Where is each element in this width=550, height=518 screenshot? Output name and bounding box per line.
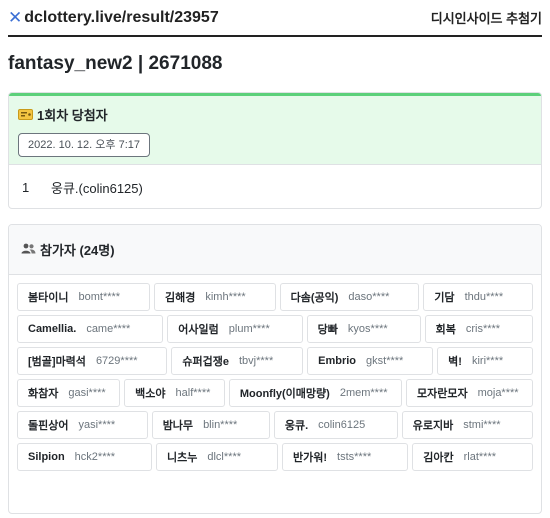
participant-chip: 유로지바 stmi**** <box>401 411 534 439</box>
participant-id: 6729**** <box>95 355 138 367</box>
people-icon <box>21 242 36 257</box>
site-url: dclottery.live/result/23957 <box>24 8 219 26</box>
nav-link-lottery[interactable]: 디시인사이드 추첨기 <box>431 8 542 27</box>
participant-id: stmi**** <box>463 419 501 431</box>
participant-chip: Silpion hck2**** <box>17 443 152 471</box>
participant-chip: 봄타이니 bomt**** <box>17 283 150 311</box>
participant-chip: [범골]마력석 6729**** <box>17 347 168 375</box>
participant-id: came**** <box>86 323 131 335</box>
participant-id: thdu**** <box>464 291 504 303</box>
participant-chip: 백소야 half**** <box>124 379 225 407</box>
participant-chip: 밤나무 blin**** <box>151 411 270 439</box>
participants-title: 참가자 (24명) <box>40 243 115 258</box>
winner-row: 1 웅큐.(colin6125) <box>9 165 541 208</box>
participant-nickname: 밤나무 <box>162 420 194 432</box>
participant-nickname: 모자란모자 <box>416 388 468 400</box>
winner-name: 웅큐.(colin6125) <box>51 180 143 196</box>
participant-id: half**** <box>175 387 211 399</box>
logo-icon: ✕ <box>8 7 23 28</box>
participant-chip: 웅큐. colin6125 <box>273 411 398 439</box>
participant-id: 2mem**** <box>339 387 388 399</box>
participant-chip: Embrio gkst**** <box>307 347 434 375</box>
participant-id: plum**** <box>228 323 270 335</box>
participant-nickname: 슈퍼겁쟁e <box>182 356 229 368</box>
participant-id: rlat**** <box>463 451 497 463</box>
ticket-icon <box>18 108 33 120</box>
winners-card: 1회차 당첨자 2022. 10. 12. 오후 7:17 1 웅큐.(colin… <box>8 92 542 209</box>
participant-id: hck2**** <box>74 451 116 463</box>
top-bar: ✕ dclottery.live/result/23957 디시인사이드 추첨기 <box>8 0 542 37</box>
participant-chip: 기담 thdu**** <box>423 283 534 311</box>
participant-nickname: 김아칸 <box>423 452 454 464</box>
participant-nickname: Embrio <box>318 355 357 367</box>
participant-nickname: 봄타이니 <box>28 292 69 304</box>
participant-nickname: 니츠누 <box>167 452 198 464</box>
participant-chip: 화참자 gasi**** <box>17 379 121 407</box>
participant-nickname: 반가워! <box>292 452 328 464</box>
participants-card: 참가자 (24명) 봄타이니 bomt**** 김해경 kimh**** 다솜(공익) d… <box>8 224 542 514</box>
site-link[interactable]: ✕ dclottery.live/result/23957 <box>8 8 219 28</box>
participant-chip: 반가워! tsts**** <box>281 443 409 471</box>
participant-chip: 다솜(공익) daso**** <box>279 283 420 311</box>
participant-id: tbvj**** <box>239 355 274 367</box>
winner-rank: 1 <box>22 179 30 195</box>
participant-nickname: 백소야 <box>135 388 166 400</box>
participant-chip: 돌핀상어 yasi**** <box>17 411 148 439</box>
participant-id: kyos**** <box>347 323 388 335</box>
participant-nickname: 김해경 <box>164 292 196 304</box>
participant-list: 봄타이니 bomt**** 김해경 kimh**** 다솜(공익) daso**** 기담 t… <box>9 275 541 471</box>
participant-id: gkst**** <box>366 355 404 367</box>
participant-nickname: 돌핀상어 <box>28 420 69 432</box>
winners-title-text: 1회차 당첨자 <box>37 107 108 123</box>
participant-chip: 니츠누 dlcl**** <box>156 443 278 471</box>
participant-id: yasi**** <box>78 419 116 431</box>
participant-nickname: 다솜(공익) <box>290 292 339 304</box>
participant-nickname: 유로지바 <box>412 420 454 432</box>
participant-nickname: 기담 <box>434 292 455 304</box>
participant-chip: 벽! kiri**** <box>437 347 534 375</box>
participants-header: 참가자 (24명) <box>9 225 541 275</box>
participant-nickname: 당빠 <box>317 324 338 336</box>
participant-nickname: [범골]마력석 <box>28 356 86 368</box>
participant-chip: 김아칸 rlat**** <box>412 443 533 471</box>
participant-id: dlcl**** <box>207 451 242 463</box>
participant-chip: 회복 cris**** <box>424 315 534 343</box>
participant-nickname: 어사일럼 <box>178 324 219 336</box>
winner-list: 1 웅큐.(colin6125) <box>9 165 541 208</box>
participant-nickname: 회복 <box>435 324 456 336</box>
participant-id: blin**** <box>203 419 238 431</box>
participant-chip: 당빠 kyos**** <box>306 315 421 343</box>
winners-header: 1회차 당첨자 2022. 10. 12. 오후 7:17 <box>9 93 541 165</box>
participant-id: gasi**** <box>68 387 106 399</box>
participant-chip: 어사일럼 plum**** <box>167 315 303 343</box>
participant-chip: 김해경 kimh**** <box>153 283 276 311</box>
participant-nickname: Camellia. <box>28 323 77 335</box>
participant-chip: 모자란모자 moja**** <box>405 379 534 407</box>
participant-id: cris**** <box>465 323 501 335</box>
participant-id: colin6125 <box>318 419 366 431</box>
winners-title: 1회차 당첨자 <box>18 105 532 123</box>
participant-nickname: Silpion <box>28 451 65 463</box>
participant-nickname: 웅큐. <box>284 420 309 432</box>
participant-chip: Moonfly(이매망량) 2mem**** <box>228 379 402 407</box>
participant-id: kiri**** <box>471 355 504 367</box>
participant-id: bomt**** <box>78 291 121 303</box>
participant-id: kimh**** <box>205 291 246 303</box>
participant-id: moja**** <box>477 387 519 399</box>
participant-nickname: 화참자 <box>28 388 59 400</box>
participant-chip: 슈퍼겁쟁e tbvj**** <box>171 347 304 375</box>
page-title: fantasy_new2 | 2671088 <box>8 53 223 74</box>
participant-nickname: 벽! <box>448 356 462 368</box>
participant-id: daso**** <box>348 291 390 303</box>
participant-nickname: Moonfly(이매망량) <box>239 388 330 400</box>
participant-id: tsts**** <box>337 451 372 463</box>
participant-chip: Camellia. came**** <box>17 315 164 343</box>
draw-date-badge: 2022. 10. 12. 오후 7:17 <box>18 133 150 157</box>
